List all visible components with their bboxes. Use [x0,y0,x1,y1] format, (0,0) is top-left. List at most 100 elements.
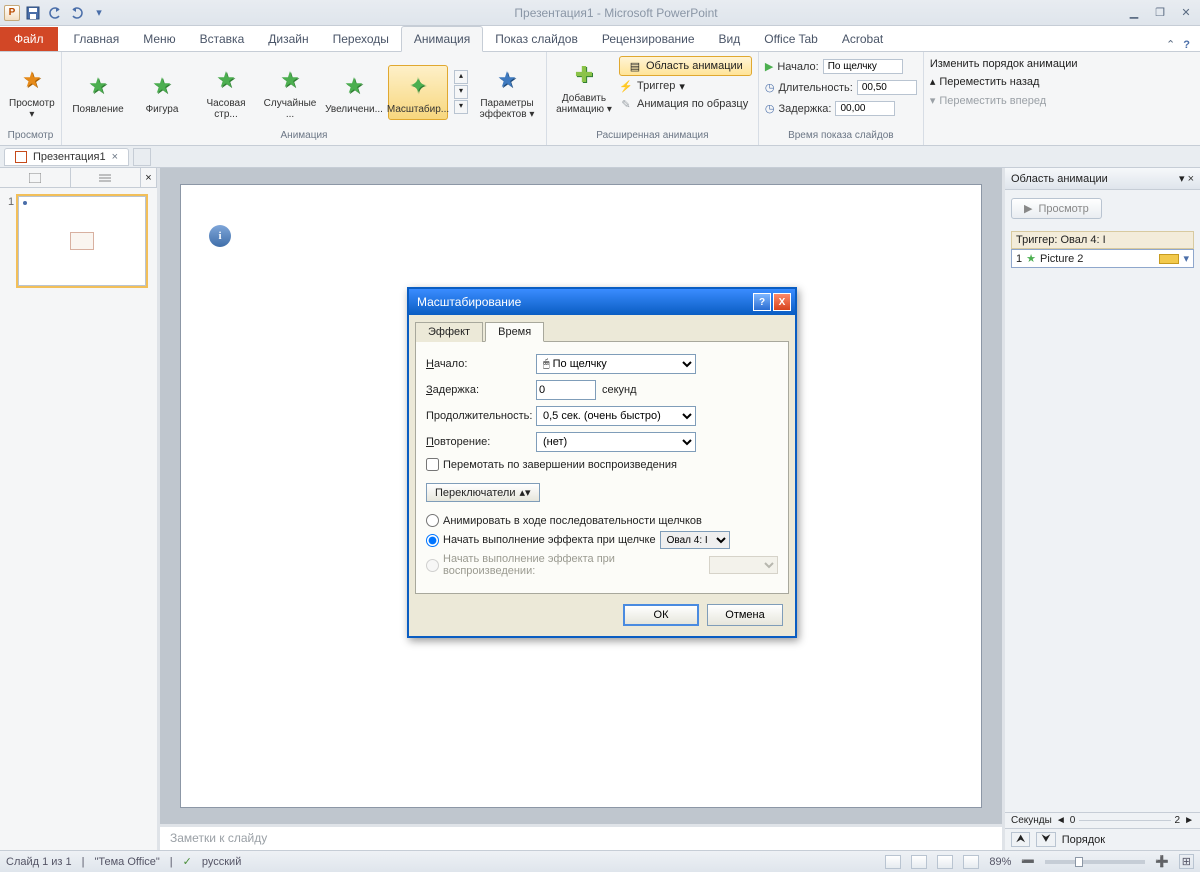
file-tab[interactable]: Файл [0,27,58,51]
seconds-scroll-left[interactable]: ◄ [1056,815,1066,826]
spellcheck-icon[interactable]: ✓ [183,855,192,868]
animation-pane-button[interactable]: ▤Область анимации [619,56,752,76]
normal-view-icon[interactable] [885,855,901,869]
trigger-button[interactable]: ⚡Триггер ▾ [619,78,752,94]
ribbon-group-reorder: Изменить порядок анимации ▴Переместить н… [924,52,1084,145]
help-icon[interactable]: ? [1183,39,1190,51]
reorder-header: Изменить порядок анимации [930,58,1078,70]
oval-shape[interactable]: i [209,225,231,247]
dialog-page-time: Начало: 🖱 По щелчку Задержка: секунд Про… [415,342,789,594]
close-panel-icon[interactable]: × [141,168,157,187]
ribbon-tab-transitions[interactable]: Переходы [321,27,401,51]
animation-item-dropdown-icon[interactable]: ▾ [1183,252,1189,265]
animation-painter: ✎Анимация по образцу [619,96,752,112]
animation-gallery-item[interactable]: ★Случайные ... [260,59,320,125]
fit-window-icon[interactable]: ⊞ [1179,854,1194,869]
zoom-slider[interactable] [1045,860,1145,864]
window-controls: ▁ ❐ ✕ [1124,6,1196,20]
ribbon-tab-slideshow[interactable]: Показ слайдов [483,27,590,51]
ribbon-tab-insert[interactable]: Вставка [188,27,257,51]
zoom-in-icon[interactable]: ➕ [1155,855,1169,868]
new-doc-tab[interactable] [133,148,151,166]
trigger-header: Триггер: Овал 4: I [1011,231,1194,249]
cancel-button[interactable]: Отмена [707,604,783,626]
dialog-close-icon[interactable]: X [773,293,791,311]
qat-dropdown-icon[interactable]: ▾ [90,4,108,22]
preview-button[interactable]: ★ Просмотр▾ [6,59,58,125]
star-icon: ✦ [409,73,427,99]
animation-gallery-item[interactable]: ★Увеличени... [324,65,384,120]
dialog-tab-time[interactable]: Время [485,322,544,342]
animation-item[interactable]: 1 ★ Picture 2 ▾ [1011,249,1194,268]
close-window-icon[interactable]: ✕ [1176,6,1196,20]
pane-play-button[interactable]: ▶Просмотр [1011,198,1102,219]
ribbon-tab-officetab[interactable]: Office Tab [752,27,830,51]
clock-icon: ◷ [765,102,775,115]
effect-options-button[interactable]: ★Параметры эффектов ▾ [474,59,540,125]
animation-gallery-item-selected[interactable]: ✦Масштабир... [388,65,448,120]
reorder-down-icon[interactable]: ⮟ [1036,832,1055,847]
dialog-tab-effect[interactable]: Эффект [415,322,483,342]
ribbon-tab-menu[interactable]: Меню [131,27,187,51]
sorter-view-icon[interactable] [911,855,927,869]
slide-thumbnail[interactable] [18,196,146,286]
dlg-duration-select[interactable]: 0,5 сек. (очень быстро) [536,406,696,426]
gallery-down-icon[interactable]: ▾ [454,85,468,99]
doc-tab-label: Презентация1 [33,151,106,163]
slide-number: 1 [8,196,14,286]
animation-gallery-item[interactable]: ★Появление [68,65,128,120]
dlg-start-select[interactable]: 🖱 По щелчку [536,354,696,374]
status-language[interactable]: русский [202,856,241,868]
ribbon-tab-review[interactable]: Рецензирование [590,27,707,51]
slides-view-icon[interactable] [0,168,71,187]
restore-icon[interactable]: ❐ [1150,6,1170,20]
window-title: Презентация1 - Microsoft PowerPoint [108,6,1124,20]
seconds-scroll-right[interactable]: ► [1184,815,1194,826]
document-tab[interactable]: Презентация1 × [4,148,129,166]
animation-gallery-item[interactable]: ★Фигура [132,65,192,120]
dialog-title: Масштабирование [417,295,521,309]
dlg-trigger-object-select[interactable]: Овал 4: I [660,531,730,549]
dialog-titlebar[interactable]: Масштабирование ? X [409,289,795,315]
reorder-up-icon[interactable]: ⮝ [1011,832,1030,847]
save-icon[interactable] [24,4,42,22]
pane-dropdown-icon[interactable]: ▾ [1179,173,1185,185]
close-doc-icon[interactable]: × [112,151,118,163]
ribbon-tab-home[interactable]: Главная [62,27,132,51]
start-input[interactable] [823,59,903,74]
add-animation-button[interactable]: ✚Добавить анимацию ▾ [553,54,615,120]
close-pane-icon[interactable]: × [1188,173,1194,185]
move-earlier[interactable]: ▴Переместить назад [930,74,1040,89]
minimize-icon[interactable]: ▁ [1124,6,1144,20]
gallery-more-icon[interactable]: ▾ [454,100,468,114]
animation-gallery-item[interactable]: ★Часовая стр... [196,59,256,125]
dlg-rewind-check[interactable]: Перемотать по завершении воспроизведения [426,458,778,471]
ribbon-tab-view[interactable]: Вид [707,27,753,51]
gallery-up-icon[interactable]: ▴ [454,70,468,84]
undo-icon[interactable] [46,4,64,22]
dlg-radio-click[interactable]: Начать выполнение эффекта при щелчке Ова… [426,531,778,549]
delay-input[interactable] [835,101,895,116]
outline-view-icon[interactable] [71,168,142,187]
gallery-scroll[interactable]: ▴ ▾ ▾ [452,62,470,122]
ok-button[interactable]: ОК [623,604,699,626]
ribbon-tab-acrobat[interactable]: Acrobat [830,27,895,51]
reading-view-icon[interactable] [937,855,953,869]
ribbon-tab-design[interactable]: Дизайн [256,27,320,51]
dlg-triggers-toggle[interactable]: Переключатели ▴▾ [426,483,540,502]
zoom-out-icon[interactable]: ➖ [1021,855,1035,868]
title-bar: P ▾ Презентация1 - Microsoft PowerPoint … [0,0,1200,26]
notes-area[interactable]: Заметки к слайду [160,824,1002,850]
dialog-help-icon[interactable]: ? [753,293,771,311]
slideshow-view-icon[interactable] [963,855,979,869]
duration-input[interactable] [857,80,917,95]
status-bar: Слайд 1 из 1 | "Тема Office" | ✓ русский… [0,850,1200,872]
ribbon-tab-animation[interactable]: Анимация [401,26,483,52]
ribbon-minimize-icon[interactable]: ⌃ [1166,38,1175,51]
dlg-radio-sequence[interactable]: Анимировать в ходе последовательности ще… [426,514,778,527]
dlg-rewind-checkbox[interactable] [426,458,439,471]
dlg-repeat-select[interactable]: (нет) [536,432,696,452]
redo-icon[interactable] [68,4,86,22]
dlg-delay-input[interactable] [536,380,596,400]
zoom-value[interactable]: 89% [989,856,1011,868]
